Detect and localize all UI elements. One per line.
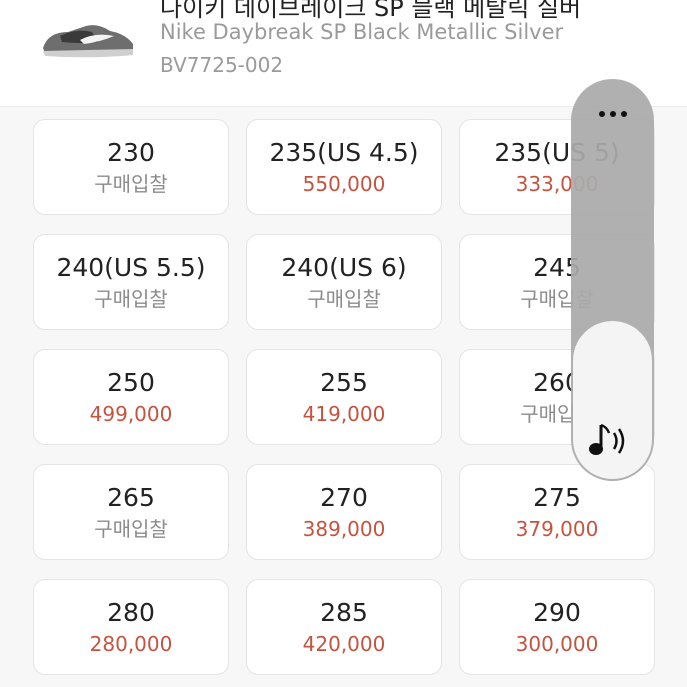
size-price: 550,000 bbox=[302, 172, 386, 196]
product-english-name: Nike Daybreak SP Black Metallic Silver bbox=[160, 20, 564, 44]
size-label: 250 bbox=[107, 368, 155, 397]
size-label: 240(US 6) bbox=[281, 253, 407, 282]
size-price: 300,000 bbox=[515, 632, 599, 656]
more-horizontal-icon[interactable] bbox=[571, 107, 654, 121]
size-label: 235(US 4.5) bbox=[269, 138, 419, 167]
size-option[interactable]: 240(US 5.5) 구매입찰 bbox=[33, 234, 229, 330]
size-label: 255 bbox=[320, 368, 368, 397]
size-option[interactable]: 235(US 4.5) 550,000 bbox=[246, 119, 442, 215]
size-price: 구매입찰 bbox=[307, 287, 381, 311]
size-option[interactable]: 280 280,000 bbox=[33, 579, 229, 675]
size-option[interactable]: 255 419,000 bbox=[246, 349, 442, 445]
size-price: 499,000 bbox=[89, 402, 173, 426]
size-price: 420,000 bbox=[302, 632, 386, 656]
size-price: 구매입찰 bbox=[94, 517, 168, 541]
size-label: 230 bbox=[107, 138, 155, 167]
size-option[interactable]: 240(US 6) 구매입찰 bbox=[246, 234, 442, 330]
size-label: 240(US 5.5) bbox=[56, 253, 206, 282]
size-option[interactable]: 270 389,000 bbox=[246, 464, 442, 560]
size-price: 280,000 bbox=[89, 632, 173, 656]
floating-control-panel bbox=[571, 79, 654, 481]
size-label: 265 bbox=[107, 483, 155, 512]
size-price: 419,000 bbox=[302, 402, 386, 426]
size-option[interactable]: 265 구매입찰 bbox=[33, 464, 229, 560]
volume-slider-knob[interactable] bbox=[573, 321, 652, 479]
size-option[interactable]: 285 420,000 bbox=[246, 579, 442, 675]
size-price: 389,000 bbox=[302, 517, 386, 541]
shoe-thumbnail[interactable] bbox=[40, 18, 136, 62]
product-model-number: BV7725-002 bbox=[160, 53, 284, 77]
size-price: 구매입찰 bbox=[94, 287, 168, 311]
size-price: 379,000 bbox=[515, 517, 599, 541]
size-label: 285 bbox=[320, 598, 368, 627]
audio-speaker-icon bbox=[589, 423, 625, 455]
size-option[interactable]: 230 구매입찰 bbox=[33, 119, 229, 215]
size-label: 280 bbox=[107, 598, 155, 627]
size-label: 275 bbox=[533, 483, 581, 512]
size-option[interactable]: 290 300,000 bbox=[459, 579, 655, 675]
size-price: 구매입찰 bbox=[94, 172, 168, 196]
size-option[interactable]: 250 499,000 bbox=[33, 349, 229, 445]
size-label: 290 bbox=[533, 598, 581, 627]
size-label: 270 bbox=[320, 483, 368, 512]
